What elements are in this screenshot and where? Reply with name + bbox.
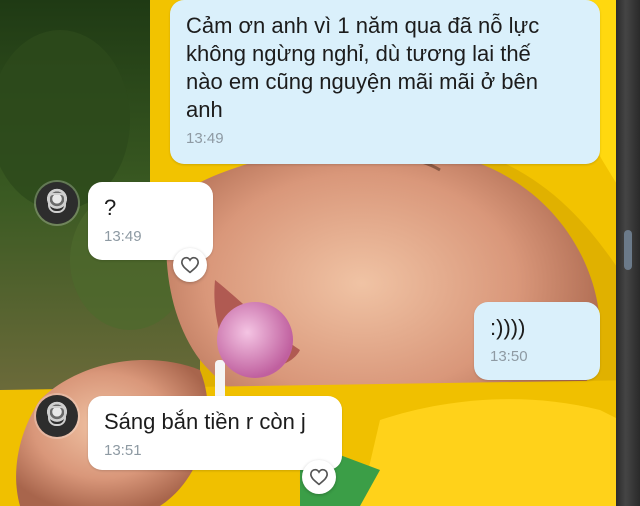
message-text: Sáng bắn tiền r còn j <box>104 409 306 434</box>
message-text: ? <box>104 195 117 220</box>
message-text: :)))) <box>490 315 526 340</box>
sender-avatar[interactable] <box>36 395 78 437</box>
heart-reaction-button[interactable] <box>302 460 336 494</box>
message-time: 13:51 <box>104 442 142 459</box>
message-time: 13:49 <box>186 130 224 147</box>
heart-reaction-button[interactable] <box>173 248 207 282</box>
heart-outline-icon <box>180 256 200 274</box>
message-time: 13:49 <box>104 228 142 245</box>
message-outgoing[interactable]: Cảm ơn anh vì 1 năm qua đã nỗ lực không … <box>170 0 600 164</box>
message-time: 13:50 <box>490 348 528 365</box>
message-incoming[interactable]: Sáng bắn tiền r còn j 13:51 <box>88 396 342 470</box>
message-text: Cảm ơn anh vì 1 năm qua đã nỗ lực không … <box>186 13 540 122</box>
scrollbar-thumb[interactable] <box>624 230 632 270</box>
heart-outline-icon <box>309 468 329 486</box>
sender-avatar[interactable] <box>36 182 78 224</box>
side-scroll-strip <box>616 0 640 506</box>
message-outgoing[interactable]: :)))) 13:50 <box>474 302 600 380</box>
